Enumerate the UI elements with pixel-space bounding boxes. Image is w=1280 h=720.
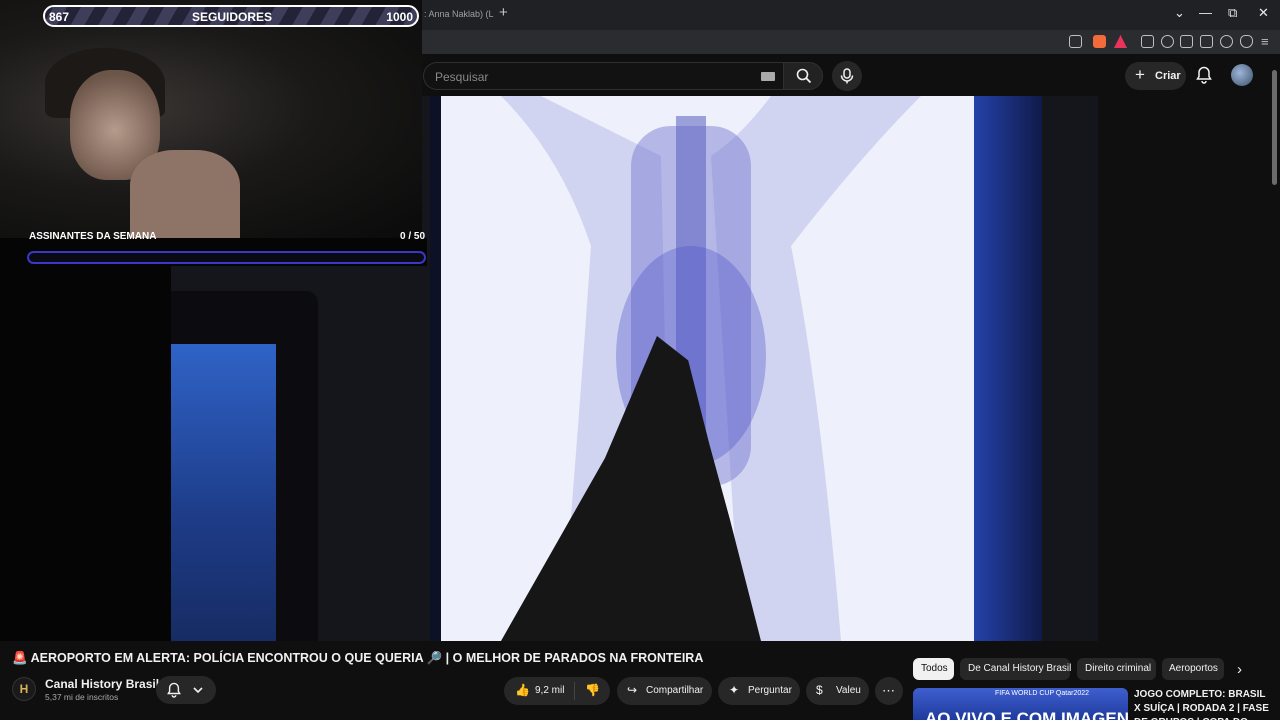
subs-panel [0, 238, 171, 641]
brave-shield-icon[interactable] [1093, 35, 1106, 48]
ask-button[interactable]: ✦ Perguntar [718, 677, 800, 705]
subs-goal-bar [27, 251, 426, 264]
thanks-button[interactable]: $ Valeu [806, 677, 869, 705]
like-dislike-group: 👍 9,2 mil 👎 [504, 677, 610, 705]
plus-icon: + [1135, 65, 1145, 84]
browser-tab-title[interactable]: : Anna Naklab) (L [424, 9, 494, 19]
thumbnail-logo: FIFA WORLD CUP Qatar2022 [995, 690, 1090, 697]
wallet-icon[interactable] [1200, 35, 1213, 48]
recommendation-title[interactable]: JOGO COMPLETO: BRASIL X SUÍÇA | RODADA 2… [1134, 688, 1274, 720]
chip-label: Aeroportos [1169, 663, 1218, 674]
chevron-down-icon [193, 687, 203, 694]
share-icon: ↪ [627, 683, 638, 697]
avatar[interactable] [1231, 64, 1253, 86]
chevron-right-icon[interactable]: › [1237, 661, 1242, 678]
menu-icon[interactable]: ≡ [1261, 35, 1274, 48]
search-button[interactable] [783, 62, 823, 90]
followers-goal: 1000 [386, 10, 413, 24]
create-button[interactable]: + Criar [1125, 62, 1186, 90]
voice-search-button[interactable] [832, 61, 862, 91]
super-thanks-icon: $ [816, 683, 823, 697]
ask-label: Perguntar [748, 685, 792, 696]
thumbs-down-icon[interactable]: 👎 [585, 683, 600, 697]
minimize-button[interactable]: — [1199, 5, 1212, 20]
followers-goal-bar: 867 SEGUIDORES 1000 [43, 5, 419, 27]
share-button[interactable]: ↪ Compartilhar [617, 677, 712, 705]
close-window-button[interactable]: ✕ [1258, 5, 1269, 21]
chip-channel[interactable]: De Canal History Brasil [960, 658, 1072, 680]
share-label: Compartilhar [646, 685, 704, 696]
channel-subscriber-count: 5,37 mi de inscritos [45, 692, 119, 702]
more-icon: ⋯ [882, 683, 895, 698]
sidebar-icon[interactable] [1180, 35, 1193, 48]
leo-ai-icon[interactable] [1220, 35, 1233, 48]
subs-goal-title: ASSINANTES DA SEMANA [29, 231, 157, 242]
chip-airports[interactable]: Aeroportos [1162, 658, 1224, 680]
chip-label: De Canal History Brasil [968, 663, 1072, 674]
chip-criminal-law[interactable]: Direito criminal [1077, 658, 1156, 680]
chip-label: Direito criminal [1085, 663, 1152, 674]
media-icon[interactable] [1161, 35, 1174, 48]
thumbs-up-icon[interactable]: 👍 [515, 683, 530, 697]
vpn-icon[interactable] [1240, 35, 1253, 48]
followers-label: SEGUIDORES [192, 10, 273, 24]
channel-avatar[interactable]: H [12, 677, 36, 701]
chip-label: Todos [921, 663, 948, 674]
subscribed-notifications-button[interactable] [156, 676, 216, 704]
new-tab-button[interactable]: + [499, 4, 508, 21]
bell-icon[interactable] [1196, 66, 1212, 84]
thumbnail-text: AO VIVO E COM IMAGENS [925, 709, 1128, 720]
maximize-button[interactable]: ⧉ [1228, 5, 1237, 21]
search-input[interactable]: Pesquisar [423, 62, 783, 90]
page-scrollbar[interactable] [1272, 70, 1277, 185]
followers-current: 867 [49, 10, 70, 24]
subs-goal-count: 0 / 50 [400, 231, 426, 242]
keyboard-icon[interactable] [761, 72, 775, 81]
bell-icon [167, 682, 181, 698]
create-label: Criar [1155, 70, 1181, 82]
chip-all[interactable]: Todos [913, 658, 954, 680]
cast-icon[interactable] [1069, 35, 1082, 48]
more-actions-button[interactable]: ⋯ [875, 677, 903, 705]
channel-name[interactable]: Canal History Brasil [45, 677, 159, 691]
like-divider [574, 682, 575, 700]
tab-search-button[interactable]: ⌄ [1174, 5, 1185, 21]
webcam-overlay [0, 0, 422, 238]
search-icon [796, 68, 812, 84]
sparkle-icon: ✦ [729, 683, 740, 697]
like-count[interactable]: 9,2 mil [535, 685, 564, 696]
search-placeholder: Pesquisar [435, 70, 489, 84]
sidebar-background [1098, 96, 1280, 641]
xray-side-panel [974, 96, 1042, 641]
video-title: 🚨 AEROPORTO EM ALERTA: POLÍCIA ENCONTROU… [12, 651, 704, 665]
mic-icon [840, 68, 854, 84]
thanks-label: Valeu [836, 685, 861, 696]
webcam-hand [130, 150, 240, 238]
monitor-screen [171, 344, 276, 641]
extensions-icon[interactable] [1141, 35, 1154, 48]
recommendation-thumbnail[interactable]: FIFA WORLD CUP Qatar2022 AO VIVO E COM I… [913, 688, 1128, 720]
